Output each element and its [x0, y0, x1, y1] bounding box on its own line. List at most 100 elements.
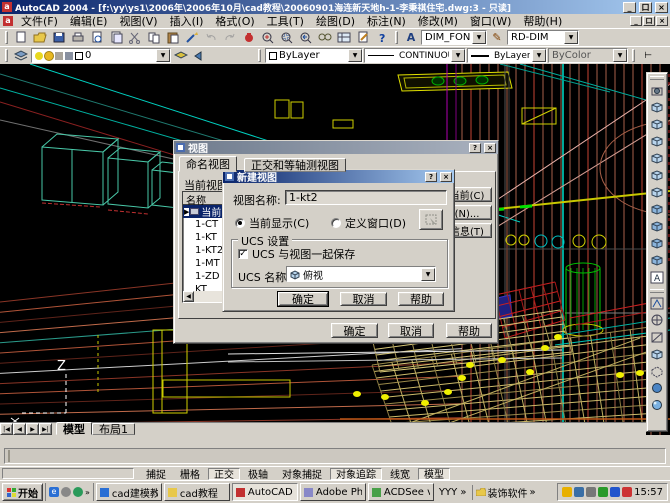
- close-icon[interactable]: ×: [440, 172, 452, 182]
- doc-close-button[interactable]: ×: [656, 16, 668, 26]
- layout-tab-layout1[interactable]: 布局1: [92, 423, 135, 435]
- named-ucs-icon-button[interactable]: [648, 295, 666, 312]
- top-view-icon-button[interactable]: [648, 99, 666, 116]
- right-view-icon-button[interactable]: [648, 150, 666, 167]
- checkbox-check-icon[interactable]: ✓: [238, 249, 248, 259]
- bottom-view-icon-button[interactable]: [648, 116, 666, 133]
- command-grip[interactable]: [6, 450, 10, 462]
- dim-style-combo[interactable]: DIM_FONT ▼: [421, 30, 487, 45]
- view-dialog-titlebar[interactable]: 视图 ? ×: [174, 141, 498, 154]
- plot-preview-icon[interactable]: [88, 30, 106, 45]
- toolbar-grip[interactable]: [5, 49, 8, 62]
- radio-dot[interactable]: [331, 218, 341, 228]
- toolbar-grip[interactable]: [395, 31, 398, 44]
- status-toggle-4[interactable]: 极轴: [242, 468, 274, 480]
- define-window-picker-button[interactable]: [419, 209, 443, 230]
- command-line[interactable]: [0, 435, 670, 448]
- command-input[interactable]: [4, 448, 666, 464]
- help-button[interactable]: ?: [425, 172, 437, 182]
- radio-current-display[interactable]: 当前显示(C): [235, 215, 309, 231]
- chevron-down-icon[interactable]: ▼: [348, 49, 362, 62]
- zoom-window-icon[interactable]: [278, 30, 296, 45]
- taskbar-toolbar-yyy[interactable]: YYY »: [436, 487, 470, 498]
- ie-icon[interactable]: e: [49, 487, 59, 497]
- status-toggle-7[interactable]: 线宽: [384, 468, 416, 480]
- hidden-icon-button[interactable]: [648, 363, 666, 380]
- ne-isometric-icon-button[interactable]: [648, 235, 666, 252]
- tab-orthographic-views[interactable]: 正交和等轴测视图: [244, 158, 346, 172]
- nw-isometric-icon-button[interactable]: [648, 252, 666, 269]
- layer-combo[interactable]: 0 ▼: [31, 48, 171, 63]
- layer-manager-icon[interactable]: [12, 48, 30, 63]
- status-toggle-3[interactable]: 正交: [208, 468, 240, 480]
- status-toggle-6[interactable]: 对象追踪: [330, 468, 382, 480]
- gouraud-shaded-icon-button[interactable]: [648, 397, 666, 414]
- chevron-down-icon[interactable]: ▼: [472, 31, 486, 44]
- radio-dot[interactable]: [235, 218, 245, 228]
- open-icon[interactable]: [31, 30, 49, 45]
- view-name-input[interactable]: 1-kt2: [285, 190, 447, 205]
- status-toggle-1[interactable]: 捕捉: [140, 468, 172, 480]
- back-view-icon-button[interactable]: [648, 184, 666, 201]
- last-tab-button[interactable]: ▶|: [39, 423, 52, 435]
- zoom-realtime-icon[interactable]: [259, 30, 277, 45]
- cancel-button[interactable]: 取消: [340, 292, 387, 306]
- status-toggle-5[interactable]: 对象捕捉: [276, 468, 328, 480]
- chevron-down-icon[interactable]: ▼: [421, 268, 435, 281]
- start-button[interactable]: 开始: [2, 483, 43, 501]
- toolbar-grip[interactable]: [5, 31, 8, 44]
- chevron-right-icon[interactable]: »: [85, 488, 90, 497]
- plotstyle-combo[interactable]: ByColor ▼: [548, 48, 628, 63]
- 2d-wireframe-icon-button[interactable]: [648, 329, 666, 346]
- ok-button[interactable]: 确定: [278, 292, 328, 306]
- save-icon[interactable]: [50, 30, 68, 45]
- camera-icon-button[interactable]: [648, 82, 666, 99]
- left-view-icon-button[interactable]: [648, 133, 666, 150]
- chevron-down-icon[interactable]: ▼: [532, 49, 546, 62]
- first-tab-button[interactable]: |◀: [0, 423, 13, 435]
- tray-icon[interactable]: [598, 487, 608, 497]
- chevron-down-icon[interactable]: ▼: [613, 49, 627, 62]
- toolbar-grip[interactable]: [650, 76, 664, 80]
- task-button[interactable]: cad教程: [164, 483, 230, 501]
- minimize-button[interactable]: _: [623, 2, 636, 13]
- cancel-button[interactable]: 取消: [388, 323, 434, 338]
- toolbar-grip[interactable]: [632, 49, 635, 62]
- find-icon[interactable]: [316, 30, 334, 45]
- task-button[interactable]: AutoCAD 200...: [232, 483, 298, 501]
- tray-icon[interactable]: [586, 487, 596, 497]
- tab-named-views[interactable]: 命名视图: [179, 156, 237, 172]
- prev-tab-button[interactable]: ◀: [13, 423, 26, 435]
- radio-define-window[interactable]: 定义窗口(D): [331, 215, 406, 231]
- se-isometric-icon-button[interactable]: [648, 218, 666, 235]
- new-icon[interactable]: [12, 30, 30, 45]
- zoom-previous-icon[interactable]: [297, 30, 315, 45]
- undo-icon[interactable]: [202, 30, 220, 45]
- pan-realtime-icon[interactable]: [240, 30, 258, 45]
- paste-icon[interactable]: [164, 30, 182, 45]
- tray-icon[interactable]: [574, 487, 584, 497]
- designcenter-icon[interactable]: [335, 30, 353, 45]
- next-tab-button[interactable]: ▶: [26, 423, 39, 435]
- match-properties-icon[interactable]: [183, 30, 201, 45]
- save-ucs-checkbox[interactable]: ✓ UCS 与视图一起保存: [238, 246, 355, 262]
- cut-icon[interactable]: [126, 30, 144, 45]
- named-views-icon-button[interactable]: A: [648, 269, 666, 286]
- chevron-down-icon[interactable]: ▼: [451, 49, 465, 62]
- tray-icon[interactable]: [610, 487, 620, 497]
- help-button[interactable]: 帮助: [398, 292, 444, 306]
- lineweight-combo[interactable]: ByLayer ▼: [467, 48, 547, 63]
- toolbar-grip[interactable]: [258, 49, 261, 62]
- toolbar-grip[interactable]: [650, 289, 664, 293]
- scroll-left-icon[interactable]: ◀: [183, 291, 194, 302]
- lineweight-settings-icon[interactable]: ⊢: [639, 48, 657, 63]
- status-toggle-8[interactable]: 模型: [418, 468, 450, 480]
- messenger-icon[interactable]: [73, 487, 83, 497]
- linetype-combo[interactable]: CONTINUOUS ▼: [364, 48, 466, 63]
- tray-icon[interactable]: [622, 487, 632, 497]
- task-button[interactable]: cad建模教程...: [96, 483, 162, 501]
- 3d-wireframe-icon-button[interactable]: [648, 346, 666, 363]
- properties-icon[interactable]: [354, 30, 372, 45]
- redo-icon[interactable]: [221, 30, 239, 45]
- layer-previous-icon[interactable]: [191, 48, 209, 63]
